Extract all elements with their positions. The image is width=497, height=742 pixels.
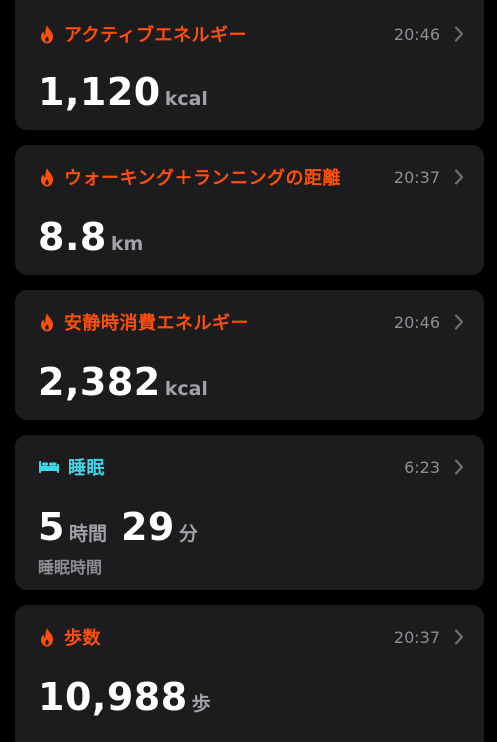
flame-icon — [38, 167, 56, 187]
value-unit: kcal — [164, 88, 208, 110]
value-unit: 歩 — [191, 693, 211, 715]
card-title: ウォーキング＋ランニングの距離 — [64, 168, 341, 189]
flame-icon — [38, 312, 56, 332]
sleep-hours-unit: 時間 — [68, 523, 107, 545]
sleep-hours: 5 — [38, 505, 65, 549]
card-header: アクティブエネルギー 20:46 — [38, 20, 464, 48]
flame-icon — [38, 24, 56, 44]
card-title: 安静時消費エネルギー — [64, 313, 249, 334]
value-unit: km — [110, 233, 144, 255]
chevron-right-icon — [454, 26, 464, 42]
card-timestamp: 20:46 — [393, 312, 440, 332]
chevron-right-icon — [454, 629, 464, 645]
bed-icon — [38, 457, 60, 477]
card-header: 歩数 20:37 — [38, 623, 464, 651]
value-number: 10,988 — [38, 675, 188, 719]
card-steps[interactable]: 歩数 20:37 10,988 歩 — [15, 605, 484, 742]
sleep-sub-label: 睡眠時間 — [38, 558, 103, 577]
chevron-right-icon — [454, 459, 464, 475]
card-active-energy[interactable]: アクティブエネルギー 20:46 1,120 kcal — [15, 0, 484, 130]
chevron-right-icon — [454, 314, 464, 330]
value-number: 1,120 — [38, 70, 161, 114]
card-title: 歩数 — [64, 628, 101, 649]
card-header: ウォーキング＋ランニングの距離 20:37 — [38, 163, 464, 191]
card-timestamp: 20:37 — [393, 167, 440, 187]
value-row: 2,382 kcal — [38, 360, 208, 404]
value-unit: kcal — [164, 378, 208, 400]
card-header: 安静時消費エネルギー 20:46 — [38, 308, 464, 336]
card-walking-running-distance[interactable]: ウォーキング＋ランニングの距離 20:37 8.8 km — [15, 145, 484, 275]
card-resting-energy[interactable]: 安静時消費エネルギー 20:46 2,382 kcal — [15, 290, 484, 420]
sleep-minutes-unit: 分 — [178, 523, 198, 545]
chevron-right-icon — [454, 169, 464, 185]
card-header: 睡眠 6:23 — [38, 453, 464, 481]
card-title: 睡眠 — [68, 458, 105, 479]
value-number: 8.8 — [38, 215, 107, 259]
flame-icon — [38, 627, 56, 647]
health-summary-screen: アクティブエネルギー 20:46 1,120 kcal ウォーキング＋ランニング… — [0, 0, 497, 742]
sleep-minutes: 29 — [120, 505, 175, 549]
value-number: 2,382 — [38, 360, 161, 404]
card-sleep[interactable]: 睡眠 6:23 5 時間 29 分 睡眠時間 — [15, 435, 484, 590]
card-timestamp: 20:37 — [393, 627, 440, 647]
card-title: アクティブエネルギー — [64, 25, 248, 46]
card-timestamp: 20:46 — [393, 24, 440, 44]
value-row: 10,988 歩 — [38, 675, 211, 719]
value-row: 5 時間 29 分 — [38, 505, 198, 549]
value-row: 8.8 km — [38, 215, 143, 259]
card-timestamp: 6:23 — [404, 457, 440, 477]
value-row: 1,120 kcal — [38, 70, 208, 114]
